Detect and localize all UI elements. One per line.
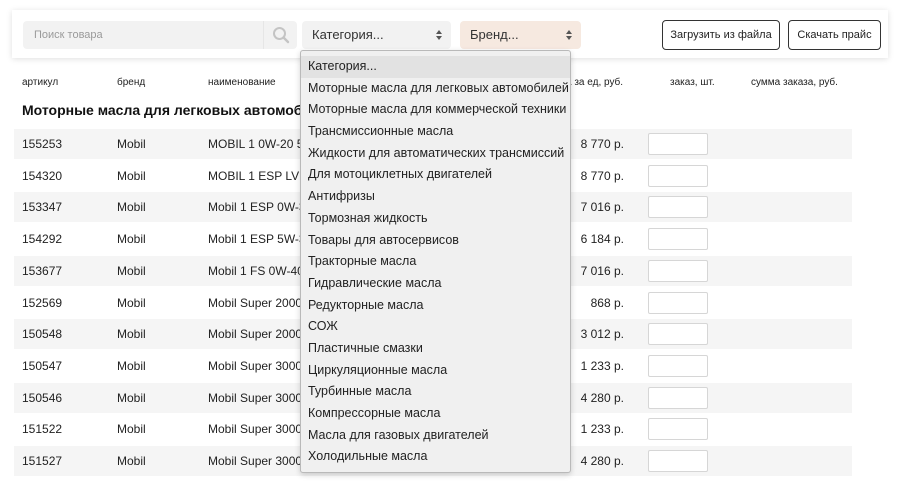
- brand-cell: Mobil: [117, 327, 146, 342]
- quantity-input[interactable]: [648, 291, 708, 314]
- category-option[interactable]: Пластичные смазки: [301, 338, 570, 360]
- category-option[interactable]: Гидравлические масла: [301, 273, 570, 295]
- name-cell: Mobil Super 3000: [208, 422, 303, 437]
- search-icon: [272, 27, 289, 44]
- category-option[interactable]: Редукторные масла: [301, 295, 570, 317]
- sku-cell: 152569: [22, 295, 63, 310]
- sku-cell: 150547: [22, 358, 63, 373]
- category-option[interactable]: Компрессорные масла: [301, 403, 570, 425]
- sku-cell: 155253: [22, 137, 63, 151]
- category-option[interactable]: СОЖ: [301, 316, 570, 338]
- quantity-input[interactable]: [648, 196, 708, 219]
- brand-cell: Mobil: [117, 137, 146, 151]
- category-option[interactable]: Категория...: [301, 56, 570, 78]
- category-option[interactable]: Циркуляционные масла: [301, 360, 570, 382]
- quantity-input[interactable]: [648, 323, 708, 346]
- sku-cell: 150546: [22, 390, 63, 405]
- brand-cell: Mobil: [117, 390, 146, 405]
- category-option[interactable]: Тормозная жидкость: [301, 208, 570, 230]
- category-option[interactable]: Товары для автосервисов: [301, 230, 570, 252]
- category-option[interactable]: Масла для газовых двигателей: [301, 425, 570, 447]
- category-option[interactable]: Холодильные масла: [301, 446, 570, 468]
- header-sum: сумма заказа, руб.: [751, 77, 838, 88]
- name-cell: Mobil Super 2000: [208, 295, 303, 310]
- sku-cell: 154292: [22, 232, 63, 247]
- brand-cell: Mobil: [117, 454, 146, 468]
- name-cell: Mobil Super 2000: [208, 327, 303, 342]
- upload-file-button[interactable]: Загрузить из файла: [662, 20, 780, 50]
- sku-cell: 151522: [22, 422, 63, 437]
- name-cell: Mobil Super 3000: [208, 358, 303, 373]
- name-cell: Mobil 1 ESP 5W-30: [208, 232, 303, 247]
- name-cell: MOBIL 1 0W-20 5L: [208, 137, 303, 151]
- category-option[interactable]: Моторные масла для коммерческой техники: [301, 99, 570, 121]
- header-name: наименование: [208, 77, 276, 88]
- quantity-input[interactable]: [648, 450, 708, 472]
- category-select-value: Категория...: [312, 27, 384, 42]
- name-cell: MOBIL 1 ESP LV 0: [208, 168, 303, 183]
- sort-arrows-icon: [566, 30, 572, 40]
- quantity-input[interactable]: [648, 228, 708, 251]
- sku-cell: 153347: [22, 200, 63, 215]
- brand-cell: Mobil: [117, 200, 146, 215]
- category-option[interactable]: Антифризы: [301, 186, 570, 208]
- sort-arrows-icon: [436, 30, 442, 40]
- sku-cell: 154320: [22, 168, 63, 183]
- download-price-button[interactable]: Скачать прайс: [788, 20, 881, 50]
- header-qty: заказ, шт.: [670, 77, 715, 88]
- category-option[interactable]: Жидкости для автоматических трансмиссий: [301, 143, 570, 165]
- category-option[interactable]: Тракторные масла: [301, 251, 570, 273]
- category-select[interactable]: Категория...: [302, 21, 451, 49]
- quantity-input[interactable]: [648, 133, 708, 155]
- quantity-input[interactable]: [648, 354, 708, 377]
- quantity-input[interactable]: [648, 386, 708, 409]
- header-brand: бренд: [117, 77, 146, 88]
- header-price: а за ед, руб.: [566, 77, 624, 88]
- search-box: [23, 21, 297, 49]
- category-option[interactable]: Для мотоциклетных двигателей: [301, 164, 570, 186]
- sku-cell: 150548: [22, 327, 63, 342]
- header-sku: артикул: [22, 77, 59, 88]
- name-cell: Mobil Super 3000: [208, 454, 303, 468]
- brand-select[interactable]: Бренд...: [460, 21, 581, 49]
- category-option[interactable]: Моторные масла для легковых автомобилей: [301, 78, 570, 100]
- name-cell: Mobil Super 3000: [208, 390, 303, 405]
- brand-cell: Mobil: [117, 295, 146, 310]
- quantity-input[interactable]: [648, 164, 708, 187]
- brand-cell: Mobil: [117, 358, 146, 373]
- name-cell: Mobil 1 FS 0W-40: [208, 263, 303, 278]
- name-cell: Mobil 1 ESP 0W-30: [208, 200, 303, 215]
- sku-cell: 151527: [22, 454, 63, 468]
- brand-cell: Mobil: [117, 263, 146, 278]
- quantity-input[interactable]: [648, 259, 708, 282]
- brand-cell: Mobil: [117, 168, 146, 183]
- category-option[interactable]: Трансмиссионные масла: [301, 121, 570, 143]
- brand-cell: Mobil: [117, 232, 146, 247]
- category-option[interactable]: Турбинные масла: [301, 381, 570, 403]
- quantity-input[interactable]: [648, 418, 708, 441]
- sku-cell: 153677: [22, 263, 63, 278]
- search-input[interactable]: [23, 21, 263, 49]
- brand-select-value: Бренд...: [470, 27, 519, 42]
- category-dropdown-list: Категория... Моторные масла для легковых …: [300, 50, 571, 473]
- search-button[interactable]: [263, 21, 297, 49]
- section-title: Моторные масла для легковых автомобиле: [22, 102, 328, 118]
- brand-cell: Mobil: [117, 422, 146, 437]
